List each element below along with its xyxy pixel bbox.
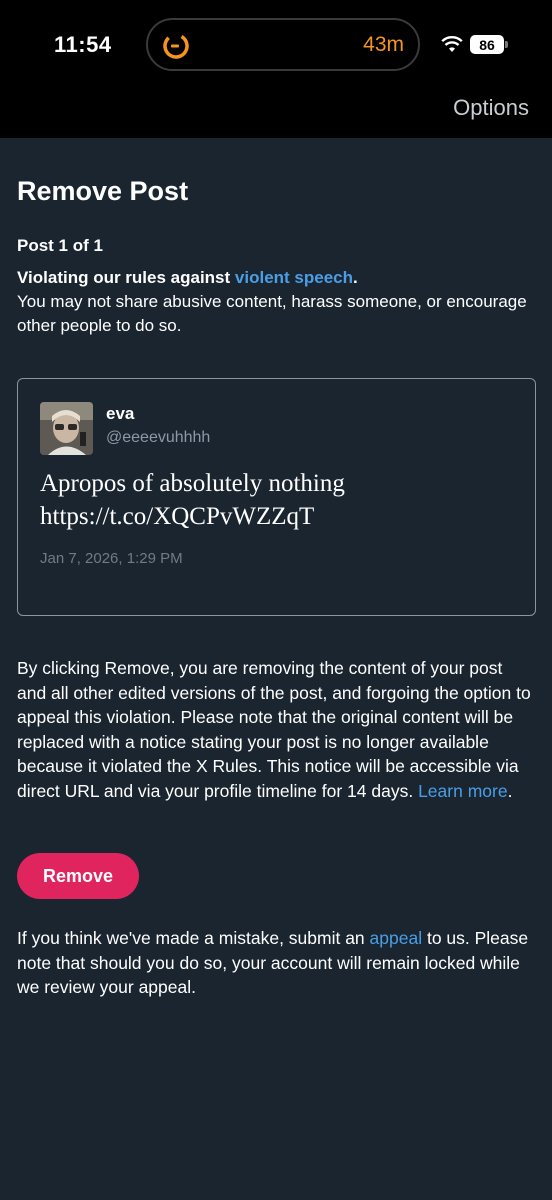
author-name: eva xyxy=(106,404,135,423)
appeal-prefix: If you think we've made a mistake, submi… xyxy=(17,928,370,948)
options-button[interactable]: Options xyxy=(453,95,529,121)
appeal-note: If you think we've made a mistake, submi… xyxy=(17,926,536,1000)
tweet-text-line: Apropos of absolutely nothing xyxy=(40,470,345,497)
rule-violation-text: Violating our rules against violent spee… xyxy=(17,266,536,338)
island-timer-text: 43m xyxy=(363,33,404,56)
page-title: Remove Post xyxy=(17,176,189,206)
author-handle: @eeeevuhhhh xyxy=(106,429,211,446)
timer-icon xyxy=(163,33,189,59)
violent-speech-link[interactable]: violent speech xyxy=(235,268,353,287)
tweet-card: eva @eeeevuhhhh Apropos of absolutely no… xyxy=(17,378,536,616)
status-time: 11:54 xyxy=(54,32,112,57)
remove-button[interactable]: Remove xyxy=(17,853,139,899)
avatar-image xyxy=(40,402,93,455)
dynamic-island[interactable]: 43m xyxy=(146,18,420,71)
status-bar: 11:54 43m 86 Options xyxy=(0,0,552,138)
tweet-date: Jan 7, 2026, 1:29 PM xyxy=(40,550,183,567)
remove-explanation: By clicking Remove, you are removing the… xyxy=(17,656,536,803)
tweet-link[interactable]: https://t.co/XQCPvWZZqT xyxy=(40,503,314,530)
rule-prefix: Violating our rules against xyxy=(17,268,235,287)
explanation-end: . xyxy=(507,780,513,801)
rule-description: You may not share abusive content, haras… xyxy=(17,292,527,335)
rule-suffix: . xyxy=(353,268,358,287)
battery-level: 86 xyxy=(479,36,495,53)
learn-more-link[interactable]: Learn more xyxy=(418,781,508,801)
wifi-icon xyxy=(441,36,463,52)
appeal-link[interactable]: appeal xyxy=(370,928,423,948)
battery-tip xyxy=(505,41,508,48)
post-count: Post 1 of 1 xyxy=(17,236,103,255)
battery-icon: 86 xyxy=(470,35,504,54)
explanation-text: By clicking Remove, you are removing the… xyxy=(17,658,531,801)
tweet-text: Apropos of absolutely nothing https://t.… xyxy=(40,467,520,533)
avatar xyxy=(40,402,93,455)
